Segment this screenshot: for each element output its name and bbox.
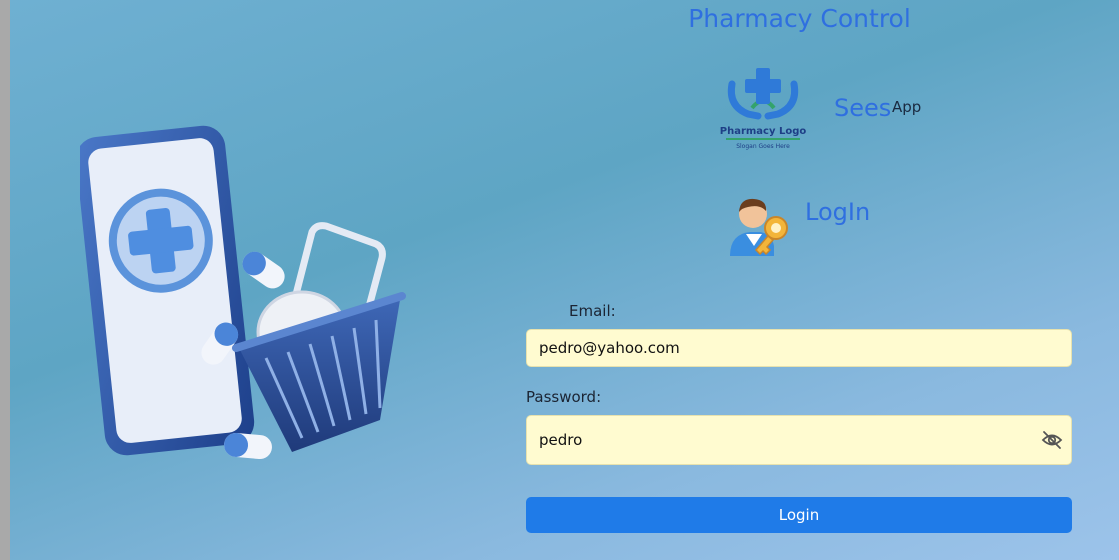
logo-slogan: Slogan Goes Here (736, 143, 790, 150)
page-title: Pharmacy Control (688, 4, 911, 33)
brand-name: Sees (834, 94, 892, 122)
eye-slash-icon[interactable] (1041, 430, 1063, 450)
password-label: Password: (526, 388, 602, 406)
login-button[interactable]: Login (526, 497, 1072, 533)
password-field[interactable] (526, 415, 1072, 465)
user-key-icon (730, 198, 788, 256)
email-label: Email: (569, 302, 616, 320)
logo-text: Pharmacy Logo (720, 126, 807, 137)
pharmacy-phone-illustration (80, 125, 406, 460)
pharmacy-logo-icon: Pharmacy Logo Slogan Goes Here (720, 68, 807, 150)
window-edge (0, 0, 10, 560)
email-field[interactable] (526, 329, 1072, 367)
login-heading: LogIn (805, 198, 871, 226)
brand-suffix: App (892, 98, 922, 116)
